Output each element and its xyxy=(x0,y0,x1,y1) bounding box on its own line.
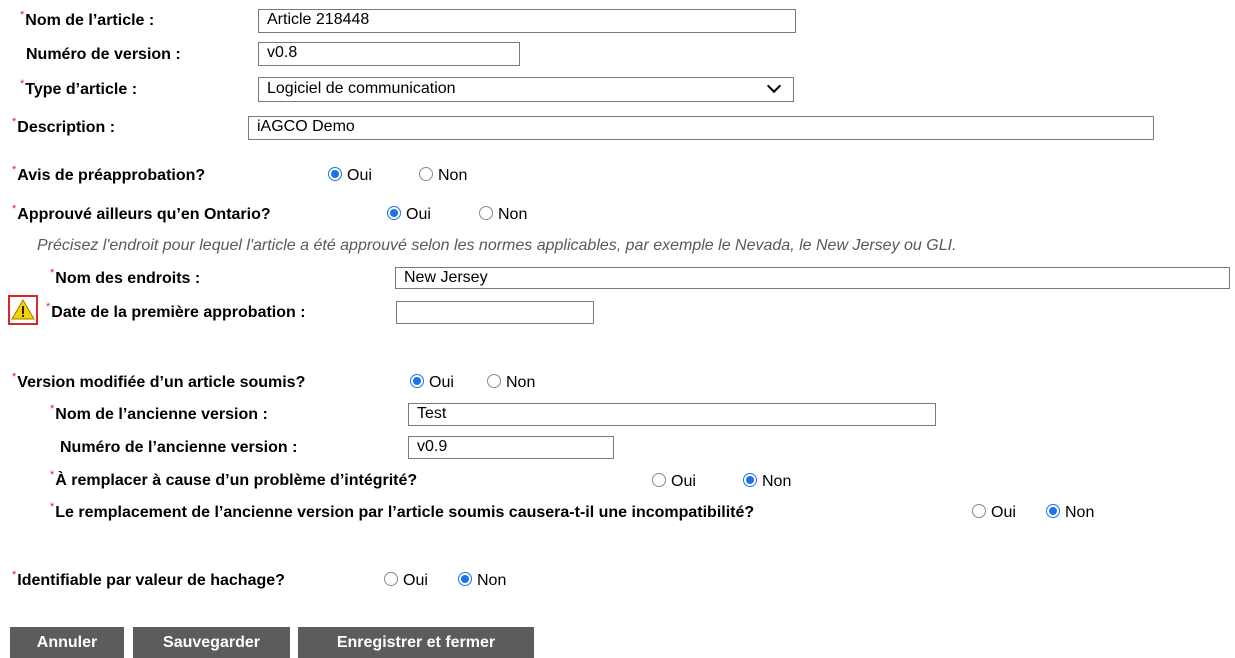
incompatibility-no-radio[interactable]: Non xyxy=(1046,503,1094,523)
radio-selected-icon xyxy=(743,473,757,487)
radio-selected-icon xyxy=(1046,504,1060,518)
hash-yes-radio[interactable]: Oui xyxy=(384,571,428,591)
places-label: *Nom des endroits : xyxy=(50,267,201,287)
integrity-yes-radio[interactable]: Oui xyxy=(652,472,696,492)
hash-no-radio[interactable]: Non xyxy=(458,571,506,591)
chevron-down-icon xyxy=(766,78,782,94)
version-number-input[interactable]: v0.8 xyxy=(258,42,520,66)
warning-highlight xyxy=(8,295,38,325)
article-type-label: *Type d’article : xyxy=(20,78,138,98)
radio-selected-icon xyxy=(458,572,472,586)
hash-label: *Identifiable par valeur de hachage? xyxy=(12,569,285,589)
incompatibility-label: *Le remplacement de l’ancienne version p… xyxy=(50,501,755,521)
preapproval-yes-radio[interactable]: Oui xyxy=(328,166,372,186)
warning-triangle-icon xyxy=(11,299,35,320)
modified-version-label: *Version modifiée d’un article soumis? xyxy=(12,371,306,391)
save-and-close-button[interactable]: Enregistrer et fermer xyxy=(298,627,534,658)
modified-version-no-radio[interactable]: Non xyxy=(487,373,535,393)
radio-selected-icon xyxy=(328,167,342,181)
article-type-value: Logiciel de communication xyxy=(267,80,456,97)
radio-selected-icon xyxy=(387,206,401,220)
old-version-name-label: *Nom de l’ancienne version : xyxy=(50,403,268,423)
places-input[interactable]: New Jersey xyxy=(395,267,1230,289)
modified-version-yes-radio[interactable]: Oui xyxy=(410,373,454,393)
article-name-label: *Nom de l’article : xyxy=(20,9,155,29)
first-approval-date-input[interactable] xyxy=(396,301,594,324)
approved-elsewhere-label: *Approuvé ailleurs qu’en Ontario? xyxy=(12,203,271,223)
save-button[interactable]: Sauvegarder xyxy=(133,627,290,658)
incompatibility-yes-radio[interactable]: Oui xyxy=(972,503,1016,523)
cancel-button[interactable]: Annuler xyxy=(10,627,124,658)
radio-unselected-icon xyxy=(419,167,433,181)
radio-unselected-icon xyxy=(384,572,398,586)
approved-elsewhere-no-radio[interactable]: Non xyxy=(479,205,527,225)
old-version-name-input[interactable]: Test xyxy=(408,403,936,426)
article-type-select[interactable]: Logiciel de communication xyxy=(258,77,794,102)
old-version-number-label: Numéro de l’ancienne version : xyxy=(60,439,298,456)
preapproval-no-radio[interactable]: Non xyxy=(419,166,467,186)
radio-unselected-icon xyxy=(479,206,493,220)
radio-unselected-icon xyxy=(972,504,986,518)
integrity-label: *À remplacer à cause d’un problème d’int… xyxy=(50,469,418,489)
version-number-label: Numéro de version : xyxy=(26,46,181,63)
approved-elsewhere-yes-radio[interactable]: Oui xyxy=(387,205,431,225)
radio-selected-icon xyxy=(410,374,424,388)
old-version-number-input[interactable]: v0.9 xyxy=(408,436,614,459)
radio-unselected-icon xyxy=(652,473,666,487)
preapproval-label: *Avis de préapprobation? xyxy=(12,164,206,184)
integrity-no-radio[interactable]: Non xyxy=(743,472,791,492)
radio-unselected-icon xyxy=(487,374,501,388)
article-name-input[interactable]: Article 218448 xyxy=(258,9,796,33)
description-label: *Description : xyxy=(12,116,116,136)
first-approval-date-label: *Date de la première approbation : xyxy=(46,301,306,321)
approved-elsewhere-hint: Précisez l'endroit pour lequel l'article… xyxy=(37,237,957,254)
description-input[interactable]: iAGCO Demo xyxy=(248,116,1154,140)
